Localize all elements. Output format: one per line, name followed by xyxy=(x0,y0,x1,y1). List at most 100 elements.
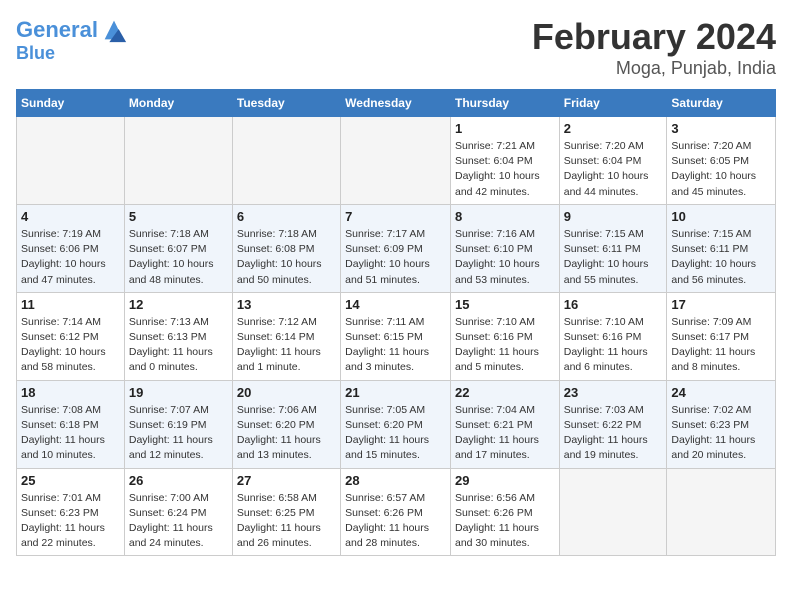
day-number: 22 xyxy=(455,385,555,400)
day-number: 16 xyxy=(564,297,663,312)
weekday-header-row: SundayMondayTuesdayWednesdayThursdayFrid… xyxy=(17,90,776,117)
day-number: 19 xyxy=(129,385,228,400)
title-block: February 2024 Moga, Punjab, India xyxy=(532,16,776,79)
calendar-cell xyxy=(232,117,340,205)
calendar-cell xyxy=(17,117,125,205)
calendar-table: SundayMondayTuesdayWednesdayThursdayFrid… xyxy=(16,89,776,556)
calendar-cell: 14 Sunrise: 7:11 AM Sunset: 6:15 PM Dayli… xyxy=(341,292,451,380)
day-info: Sunrise: 6:56 AM Sunset: 6:26 PM Dayligh… xyxy=(455,491,555,552)
day-number: 8 xyxy=(455,209,555,224)
calendar-cell: 5 Sunrise: 7:18 AM Sunset: 6:07 PM Daylig… xyxy=(124,204,232,292)
day-info: Sunrise: 7:15 AM Sunset: 6:11 PM Dayligh… xyxy=(564,227,663,288)
day-number: 21 xyxy=(345,385,446,400)
calendar-cell: 24 Sunrise: 7:02 AM Sunset: 6:23 PM Dayli… xyxy=(667,380,776,468)
calendar-cell: 13 Sunrise: 7:12 AM Sunset: 6:14 PM Dayli… xyxy=(232,292,340,380)
calendar-cell: 20Sunrise: 7:06 AM Sunset: 6:20 PM Dayli… xyxy=(232,380,340,468)
calendar-subtitle: Moga, Punjab, India xyxy=(532,58,776,79)
day-info: Sunrise: 6:58 AM Sunset: 6:25 PM Dayligh… xyxy=(237,491,336,552)
weekday-header: Sunday xyxy=(17,90,125,117)
calendar-cell: 22 Sunrise: 7:04 AM Sunset: 6:21 PM Dayli… xyxy=(450,380,559,468)
day-number: 28 xyxy=(345,473,446,488)
day-info: Sunrise: 7:00 AM Sunset: 6:24 PM Dayligh… xyxy=(129,491,228,552)
day-info: Sunrise: 7:16 AM Sunset: 6:10 PM Dayligh… xyxy=(455,227,555,288)
day-number: 27 xyxy=(237,473,336,488)
weekday-header: Thursday xyxy=(450,90,559,117)
day-number: 6 xyxy=(237,209,336,224)
day-info: Sunrise: 7:08 AM Sunset: 6:18 PM Dayligh… xyxy=(21,403,120,464)
day-number: 9 xyxy=(564,209,663,224)
logo-blue: Blue xyxy=(16,44,128,64)
calendar-cell xyxy=(667,468,776,556)
day-number: 17 xyxy=(671,297,771,312)
day-info: Sunrise: 7:14 AM Sunset: 6:12 PM Dayligh… xyxy=(21,315,120,376)
day-number: 24 xyxy=(671,385,771,400)
calendar-cell: 29 Sunrise: 6:56 AM Sunset: 6:26 PM Dayli… xyxy=(450,468,559,556)
day-info: Sunrise: 7:18 AM Sunset: 6:08 PM Dayligh… xyxy=(237,227,336,288)
day-number: 14 xyxy=(345,297,446,312)
calendar-week-row: 18 Sunrise: 7:08 AM Sunset: 6:18 PM Dayli… xyxy=(17,380,776,468)
day-info: Sunrise: 7:21 AM Sunset: 6:04 PM Dayligh… xyxy=(455,139,555,200)
day-info: Sunrise: 7:06 AM Sunset: 6:20 PM Dayligh… xyxy=(237,403,336,464)
day-info: Sunrise: 7:17 AM Sunset: 6:09 PM Dayligh… xyxy=(345,227,446,288)
day-number: 13 xyxy=(237,297,336,312)
day-info: Sunrise: 7:10 AM Sunset: 6:16 PM Dayligh… xyxy=(455,315,555,376)
day-number: 26 xyxy=(129,473,228,488)
day-info: Sunrise: 7:20 AM Sunset: 6:04 PM Dayligh… xyxy=(564,139,663,200)
day-info: Sunrise: 6:57 AM Sunset: 6:26 PM Dayligh… xyxy=(345,491,446,552)
day-number: 25 xyxy=(21,473,120,488)
day-info: Sunrise: 7:19 AM Sunset: 6:06 PM Dayligh… xyxy=(21,227,120,288)
weekday-header: Tuesday xyxy=(232,90,340,117)
calendar-cell: 21 Sunrise: 7:05 AM Sunset: 6:20 PM Dayli… xyxy=(341,380,451,468)
day-number: 15 xyxy=(455,297,555,312)
day-number: 1 xyxy=(455,121,555,136)
day-info: Sunrise: 7:03 AM Sunset: 6:22 PM Dayligh… xyxy=(564,403,663,464)
calendar-cell: 8 Sunrise: 7:16 AM Sunset: 6:10 PM Daylig… xyxy=(450,204,559,292)
day-info: Sunrise: 7:18 AM Sunset: 6:07 PM Dayligh… xyxy=(129,227,228,288)
day-info: Sunrise: 7:10 AM Sunset: 6:16 PM Dayligh… xyxy=(564,315,663,376)
calendar-cell: 12Sunrise: 7:13 AM Sunset: 6:13 PM Dayli… xyxy=(124,292,232,380)
calendar-cell: 4 Sunrise: 7:19 AM Sunset: 6:06 PM Daylig… xyxy=(17,204,125,292)
day-number: 23 xyxy=(564,385,663,400)
weekday-header: Friday xyxy=(559,90,667,117)
page-header: General Blue February 2024 Moga, Punjab,… xyxy=(16,16,776,79)
calendar-cell: 2Sunrise: 7:20 AM Sunset: 6:04 PM Daylig… xyxy=(559,117,667,205)
calendar-cell: 18 Sunrise: 7:08 AM Sunset: 6:18 PM Dayli… xyxy=(17,380,125,468)
weekday-header: Wednesday xyxy=(341,90,451,117)
logo: General Blue xyxy=(16,16,128,64)
calendar-cell: 7 Sunrise: 7:17 AM Sunset: 6:09 PM Daylig… xyxy=(341,204,451,292)
calendar-cell: 19 Sunrise: 7:07 AM Sunset: 6:19 PM Dayli… xyxy=(124,380,232,468)
day-info: Sunrise: 7:05 AM Sunset: 6:20 PM Dayligh… xyxy=(345,403,446,464)
day-number: 12 xyxy=(129,297,228,312)
day-number: 10 xyxy=(671,209,771,224)
day-info: Sunrise: 7:04 AM Sunset: 6:21 PM Dayligh… xyxy=(455,403,555,464)
day-info: Sunrise: 7:12 AM Sunset: 6:14 PM Dayligh… xyxy=(237,315,336,376)
calendar-week-row: 25 Sunrise: 7:01 AM Sunset: 6:23 PM Dayli… xyxy=(17,468,776,556)
calendar-cell: 16 Sunrise: 7:10 AM Sunset: 6:16 PM Dayli… xyxy=(559,292,667,380)
day-info: Sunrise: 7:01 AM Sunset: 6:23 PM Dayligh… xyxy=(21,491,120,552)
day-number: 11 xyxy=(21,297,120,312)
day-number: 4 xyxy=(21,209,120,224)
weekday-header: Saturday xyxy=(667,90,776,117)
calendar-cell: 28 Sunrise: 6:57 AM Sunset: 6:26 PM Dayli… xyxy=(341,468,451,556)
day-number: 5 xyxy=(129,209,228,224)
calendar-cell: 10 Sunrise: 7:15 AM Sunset: 6:11 PM Dayli… xyxy=(667,204,776,292)
calendar-cell: 15 Sunrise: 7:10 AM Sunset: 6:16 PM Dayli… xyxy=(450,292,559,380)
calendar-week-row: 1 Sunrise: 7:21 AM Sunset: 6:04 PM Daylig… xyxy=(17,117,776,205)
day-number: 3 xyxy=(671,121,771,136)
day-number: 18 xyxy=(21,385,120,400)
calendar-title: February 2024 xyxy=(532,16,776,58)
logo-text: General xyxy=(16,18,98,42)
day-number: 29 xyxy=(455,473,555,488)
day-info: Sunrise: 7:11 AM Sunset: 6:15 PM Dayligh… xyxy=(345,315,446,376)
calendar-week-row: 11 Sunrise: 7:14 AM Sunset: 6:12 PM Dayli… xyxy=(17,292,776,380)
calendar-cell: 26 Sunrise: 7:00 AM Sunset: 6:24 PM Dayli… xyxy=(124,468,232,556)
calendar-cell: 1 Sunrise: 7:21 AM Sunset: 6:04 PM Daylig… xyxy=(450,117,559,205)
day-info: Sunrise: 7:15 AM Sunset: 6:11 PM Dayligh… xyxy=(671,227,771,288)
calendar-cell xyxy=(341,117,451,205)
logo-icon xyxy=(100,16,128,44)
calendar-week-row: 4 Sunrise: 7:19 AM Sunset: 6:06 PM Daylig… xyxy=(17,204,776,292)
day-number: 7 xyxy=(345,209,446,224)
day-info: Sunrise: 7:02 AM Sunset: 6:23 PM Dayligh… xyxy=(671,403,771,464)
day-info: Sunrise: 7:07 AM Sunset: 6:19 PM Dayligh… xyxy=(129,403,228,464)
day-info: Sunrise: 7:09 AM Sunset: 6:17 PM Dayligh… xyxy=(671,315,771,376)
